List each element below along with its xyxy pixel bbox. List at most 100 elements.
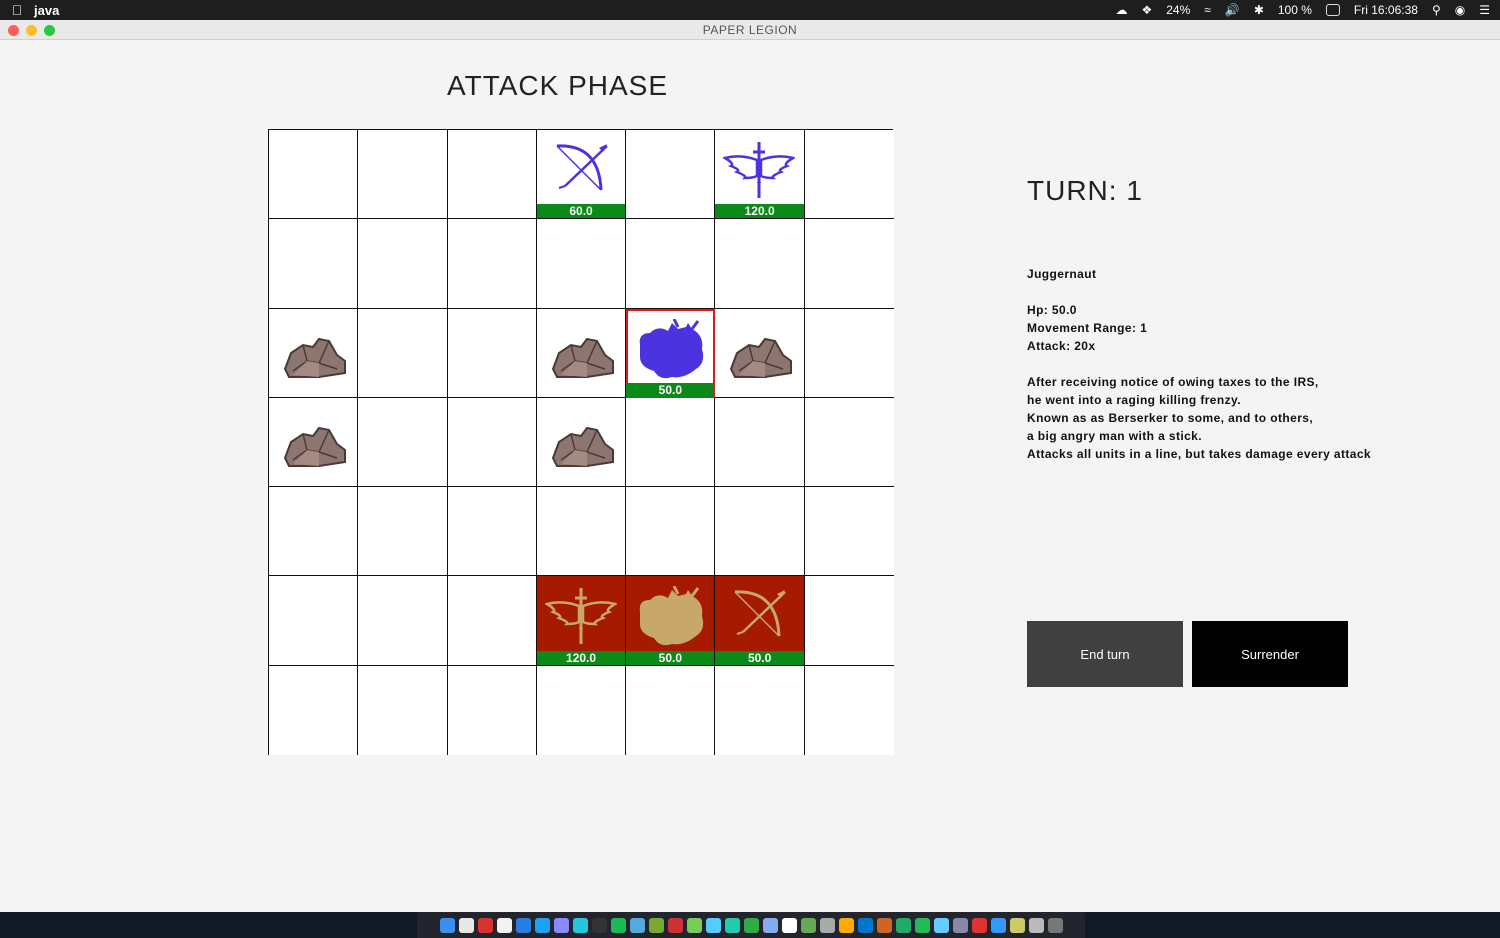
enemy-archer-unit[interactable] xyxy=(545,140,617,202)
board-cell[interactable] xyxy=(804,665,895,756)
board-cell[interactable] xyxy=(447,665,537,756)
board-cell[interactable] xyxy=(626,665,716,756)
dock-app-icon[interactable] xyxy=(553,917,569,933)
board-cell[interactable] xyxy=(269,576,359,666)
dock-app-icon[interactable] xyxy=(819,917,835,933)
board-cell[interactable] xyxy=(358,576,448,666)
dock-app-icon[interactable] xyxy=(895,917,911,933)
surrender-button[interactable]: Surrender xyxy=(1192,621,1348,687)
volume-icon[interactable]: 🔊 xyxy=(1225,3,1240,17)
dock-app-icon[interactable] xyxy=(534,917,550,933)
board-cell[interactable]: 120.0 xyxy=(715,130,805,220)
dock-app-icon[interactable] xyxy=(990,917,1006,933)
board-cell[interactable] xyxy=(804,397,895,488)
board-cell[interactable] xyxy=(358,397,448,488)
dock-app-icon[interactable] xyxy=(933,917,949,933)
board-cell[interactable] xyxy=(269,487,359,577)
battery-icon[interactable] xyxy=(1325,4,1340,16)
dock-app-icon[interactable] xyxy=(648,917,664,933)
dock-app-icon[interactable] xyxy=(496,917,512,933)
battery-small-text[interactable]: 24% xyxy=(1166,3,1190,17)
player-juggernaut-unit[interactable] xyxy=(634,586,706,648)
board-cell[interactable] xyxy=(715,308,805,398)
board-cell[interactable] xyxy=(536,219,627,309)
dock-app-icon[interactable] xyxy=(686,917,702,933)
dropbox-icon[interactable]: ❖ xyxy=(1141,3,1152,17)
dock-app-icon[interactable] xyxy=(629,917,645,933)
end-turn-button[interactable]: End turn xyxy=(1027,621,1183,687)
board-cell[interactable] xyxy=(626,397,716,488)
board-cell[interactable] xyxy=(269,219,359,309)
board-cell[interactable] xyxy=(804,130,895,220)
board-cell[interactable] xyxy=(536,397,627,488)
board-cell[interactable] xyxy=(269,665,359,756)
board-cell[interactable] xyxy=(358,130,448,220)
board-cell[interactable] xyxy=(269,130,359,220)
bluetooth-icon[interactable]: ✱ xyxy=(1254,3,1264,17)
dock-app-icon[interactable] xyxy=(952,917,968,933)
board-cell[interactable]: 50.0 xyxy=(626,308,716,398)
board-cell[interactable] xyxy=(715,219,805,309)
dock-app-icon[interactable] xyxy=(914,917,930,933)
dock-app-icon[interactable] xyxy=(572,917,588,933)
board-cell[interactable] xyxy=(626,219,716,309)
board-cell[interactable]: 50.0 xyxy=(626,576,716,666)
enemy-juggernaut-unit[interactable] xyxy=(634,318,706,381)
board-cell[interactable] xyxy=(536,665,627,756)
board-cell[interactable] xyxy=(358,665,448,756)
wifi-icon[interactable]: ≈ xyxy=(1204,3,1211,17)
dock-app-icon[interactable] xyxy=(762,917,778,933)
dock-app-icon[interactable] xyxy=(1009,917,1025,933)
dock-app-icon[interactable] xyxy=(515,917,531,933)
board-cell[interactable] xyxy=(358,308,448,398)
dock-app-icon[interactable] xyxy=(667,917,683,933)
board-cell[interactable] xyxy=(804,219,895,309)
board-cell[interactable] xyxy=(447,219,537,309)
board-cell[interactable] xyxy=(715,665,805,756)
dock-app-icon[interactable] xyxy=(477,917,493,933)
dock-app-icon[interactable] xyxy=(705,917,721,933)
dock-app-icon[interactable] xyxy=(838,917,854,933)
dock-app-icon[interactable] xyxy=(1028,917,1044,933)
dock-app-icon[interactable] xyxy=(781,917,797,933)
board-cell[interactable] xyxy=(626,487,716,577)
cloud-icon[interactable]: ☁ xyxy=(1115,3,1127,17)
dock-app-icon[interactable] xyxy=(1047,917,1063,933)
board-cell[interactable] xyxy=(536,308,627,398)
dock-app-icon[interactable] xyxy=(610,917,626,933)
dock-app-icon[interactable] xyxy=(971,917,987,933)
dock-app-icon[interactable] xyxy=(724,917,740,933)
dock-app-icon[interactable] xyxy=(591,917,607,933)
enemy-angel-unit[interactable] xyxy=(723,140,796,202)
notification-center-icon[interactable]: ☰ xyxy=(1479,3,1490,17)
siri-icon[interactable]: ◉ xyxy=(1455,3,1465,17)
board-cell[interactable] xyxy=(358,219,448,309)
board-cell[interactable] xyxy=(269,308,359,398)
app-menu-name[interactable]: java xyxy=(34,3,59,18)
board-cell[interactable] xyxy=(447,397,537,488)
board-cell[interactable] xyxy=(804,576,895,666)
dock-app-icon[interactable] xyxy=(458,917,474,933)
board-cell[interactable] xyxy=(358,487,448,577)
board-cell[interactable] xyxy=(447,487,537,577)
board-cell[interactable] xyxy=(447,576,537,666)
dock-app-icon[interactable] xyxy=(800,917,816,933)
board-cell[interactable] xyxy=(804,308,895,398)
board-cell[interactable] xyxy=(447,130,537,220)
board-cell[interactable] xyxy=(715,397,805,488)
player-angel-unit[interactable] xyxy=(544,586,617,648)
dock-app-icon[interactable] xyxy=(439,917,455,933)
clock[interactable]: Fri 16:06:38 xyxy=(1354,3,1418,17)
board-cell[interactable]: 60.0 xyxy=(536,130,627,220)
dock-app-icon[interactable] xyxy=(876,917,892,933)
dock-app-icon[interactable] xyxy=(857,917,873,933)
board-cell[interactable]: 50.0 xyxy=(715,576,805,666)
player-archer-unit[interactable] xyxy=(723,586,795,648)
dock-app-icon[interactable] xyxy=(743,917,759,933)
board-cell[interactable] xyxy=(715,487,805,577)
board-cell[interactable] xyxy=(447,308,537,398)
apple-icon[interactable]:  xyxy=(0,2,34,18)
board-cell[interactable] xyxy=(626,130,716,220)
battery-text[interactable]: 100 % xyxy=(1278,3,1312,17)
board-cell[interactable] xyxy=(269,397,359,488)
